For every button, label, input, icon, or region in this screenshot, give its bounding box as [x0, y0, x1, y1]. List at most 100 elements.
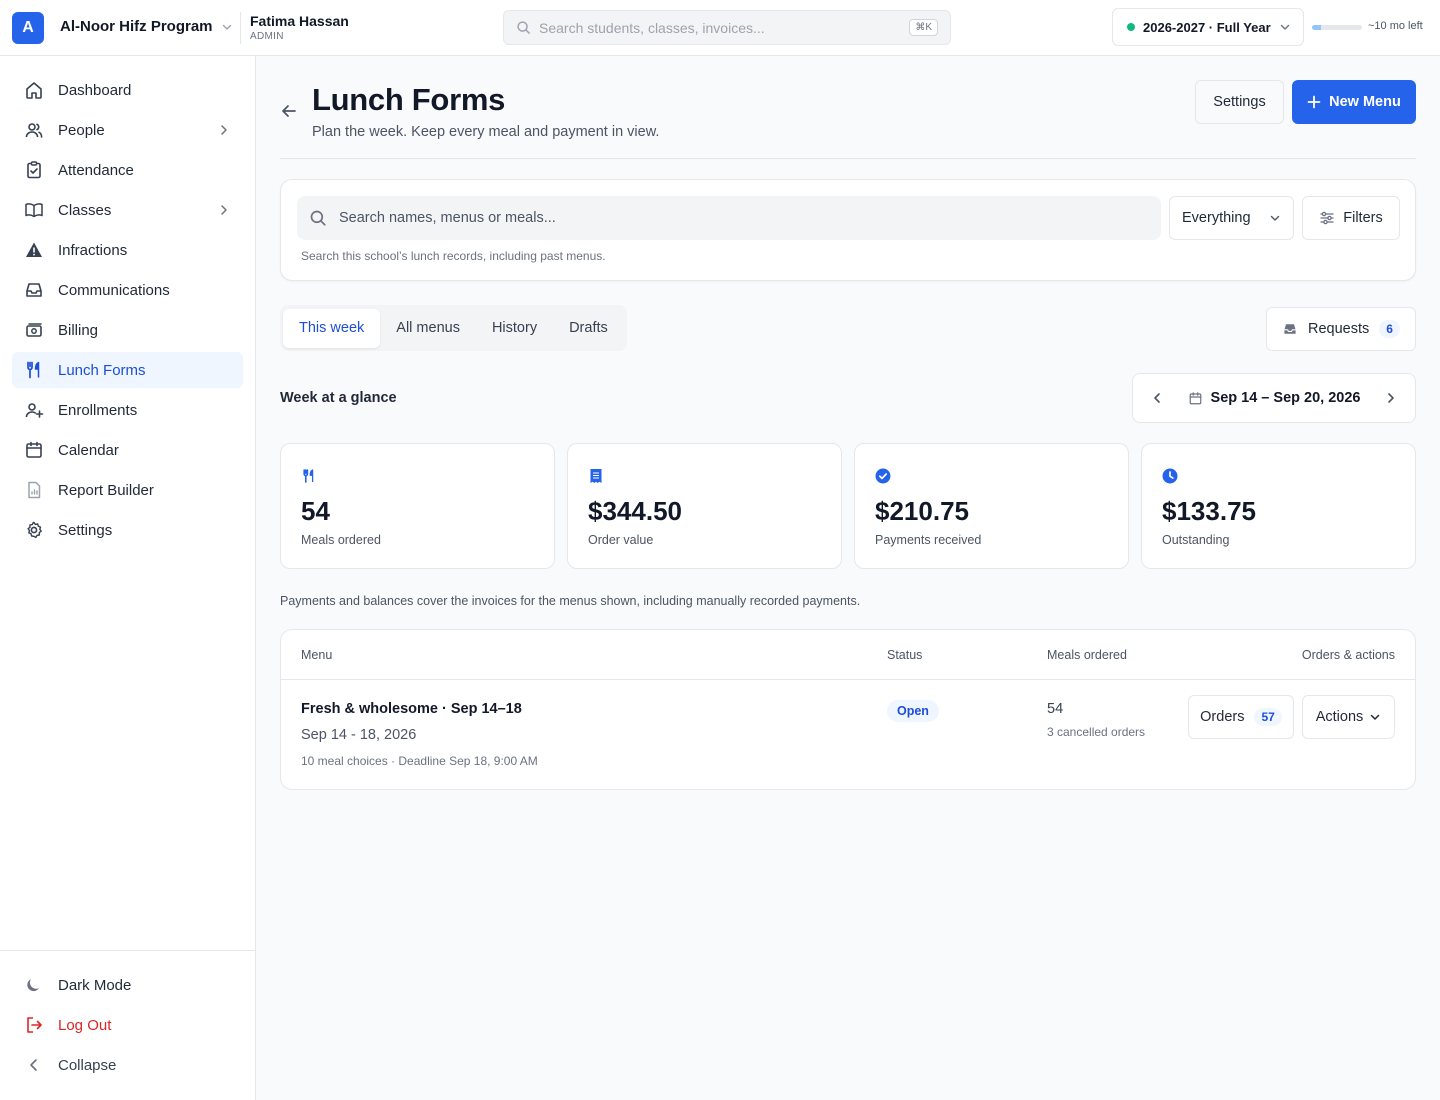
section-title: Week at a glance — [280, 390, 397, 406]
tab-history[interactable]: History — [476, 309, 553, 348]
sidebar-item-label: Communications — [58, 281, 170, 299]
sidebar-item-label: People — [58, 121, 105, 139]
chevron-down-icon — [1369, 711, 1381, 723]
logout-button[interactable]: Log Out — [12, 1007, 243, 1043]
lunch-search[interactable] — [297, 196, 1161, 240]
tab-this-week[interactable]: This week — [283, 308, 381, 348]
sidebar-item-label: Settings — [58, 521, 113, 539]
warning-icon — [24, 240, 44, 260]
calendar-icon — [1188, 391, 1203, 406]
stat-value: $133.75 — [1162, 496, 1256, 526]
year-progress-bar — [1312, 25, 1362, 30]
tab-all-menus[interactable]: All menus — [380, 309, 476, 348]
filters-label: Filters — [1343, 210, 1383, 226]
meals-ordered-count: 54 — [1047, 701, 1064, 717]
clock-icon — [1162, 468, 1178, 484]
sidebar-item-report-builder[interactable]: Report Builder — [12, 472, 243, 508]
logout-label: Log Out — [58, 1016, 112, 1034]
user-name[interactable]: Fatima Hassan — [250, 13, 349, 29]
sidebar-item-infractions[interactable]: Infractions — [12, 232, 243, 268]
search-scope-select[interactable]: Everything — [1169, 196, 1294, 240]
stat-value: $344.50 — [588, 496, 682, 526]
sidebar-item-communications[interactable]: Communications — [12, 272, 243, 308]
sidebar-item-label: Lunch Forms — [58, 361, 146, 379]
previous-week-button[interactable] — [1145, 386, 1169, 410]
new-menu-button[interactable]: New Menu — [1292, 80, 1416, 124]
filters-button[interactable]: Filters — [1302, 196, 1400, 240]
school-year-select[interactable]: 2026-2027 · Full Year — [1112, 8, 1304, 46]
sidebar-footer: Dark Mode Log Out Collapse — [0, 950, 255, 1087]
collapse-button[interactable]: Collapse — [12, 1047, 243, 1083]
global-search-input[interactable] — [539, 19, 902, 36]
org-logo[interactable]: A — [12, 12, 44, 44]
orders-count-badge: 57 — [1254, 708, 1282, 726]
column-header-menu: Menu — [301, 648, 333, 662]
book-icon — [24, 200, 44, 220]
view-tabs: This week All menus History Drafts — [280, 305, 627, 351]
menus-table: Menu Status Meals ordered Orders & actio… — [280, 629, 1416, 790]
sidebar-item-settings[interactable]: Settings — [12, 512, 243, 548]
stat-label: Payments received — [875, 533, 982, 547]
topbar-divider — [240, 12, 241, 44]
user-plus-icon — [24, 400, 44, 420]
stat-card-outstanding: $133.75 Outstanding — [1141, 443, 1416, 569]
chevron-right-icon — [217, 123, 231, 137]
lunch-search-input[interactable] — [339, 210, 1149, 226]
sidebar-item-label: Dashboard — [58, 81, 132, 99]
chevron-right-icon — [217, 203, 231, 217]
org-name: Al-Noor Hifz Program — [60, 18, 213, 35]
next-week-button[interactable] — [1379, 386, 1403, 410]
utensils-icon — [24, 360, 44, 380]
sidebar-item-attendance[interactable]: Attendance — [12, 152, 243, 188]
back-arrow-icon[interactable] — [280, 102, 298, 120]
page-title: Lunch Forms — [312, 82, 506, 117]
user-role: ADMIN — [250, 31, 284, 42]
sidebar-item-dashboard[interactable]: Dashboard — [12, 72, 243, 108]
sidebar-item-calendar[interactable]: Calendar — [12, 432, 243, 468]
actions-menu-button[interactable]: Actions — [1302, 695, 1395, 739]
requests-button[interactable]: Requests 6 — [1266, 307, 1416, 351]
search-card: Everything Filters Search this school’s … — [280, 179, 1416, 281]
header-divider — [280, 158, 1416, 159]
sidebar-item-label: Report Builder — [58, 481, 154, 499]
sidebar-item-label: Enrollments — [58, 401, 138, 419]
sidebar-item-people[interactable]: People — [12, 112, 243, 148]
stat-card-meals-ordered: 54 Meals ordered — [280, 443, 555, 569]
page-subtitle: Plan the week. Keep every meal and payme… — [312, 124, 660, 140]
requests-count-badge: 6 — [1379, 320, 1400, 338]
sidebar-item-enrollments[interactable]: Enrollments — [12, 392, 243, 428]
calendar-icon — [24, 440, 44, 460]
dark-mode-toggle[interactable]: Dark Mode — [12, 967, 243, 1003]
sidebar-item-label: Infractions — [58, 241, 128, 259]
sidebar-item-billing[interactable]: Billing — [12, 312, 243, 348]
chevron-down-icon — [1269, 212, 1281, 224]
inbox-icon — [1282, 321, 1298, 337]
column-header-actions: Orders & actions — [1301, 648, 1395, 662]
sidebar-nav: Dashboard People Attendance Classes Infr… — [12, 72, 243, 552]
orders-button[interactable]: Orders 57 — [1188, 695, 1294, 739]
stat-value: $210.75 — [875, 496, 969, 526]
stat-label: Meals ordered — [301, 533, 381, 547]
tab-drafts[interactable]: Drafts — [553, 309, 624, 348]
orders-label: Orders — [1200, 709, 1245, 725]
stat-card-payments-received: $210.75 Payments received — [854, 443, 1129, 569]
collapse-label: Collapse — [58, 1056, 117, 1074]
sidebar-item-lunch-forms[interactable]: Lunch Forms — [12, 352, 243, 388]
settings-button[interactable]: Settings — [1195, 80, 1284, 124]
week-range-picker[interactable]: Sep 14 – Sep 20, 2026 — [1169, 390, 1379, 406]
menu-name[interactable]: Fresh & wholesome · Sep 14–18 — [301, 701, 522, 717]
home-icon — [24, 80, 44, 100]
search-icon — [516, 20, 531, 35]
report-icon — [24, 480, 44, 500]
school-year-label: 2026-2027 · Full Year — [1143, 19, 1271, 35]
week-navigator: Sep 14 – Sep 20, 2026 — [1132, 373, 1416, 423]
moon-icon — [24, 975, 44, 995]
status-badge: Open — [887, 700, 939, 722]
chevron-down-icon — [221, 21, 233, 33]
requests-label: Requests — [1308, 321, 1370, 337]
org-switcher[interactable]: Al-Noor Hifz Program — [60, 18, 233, 35]
global-search[interactable]: ⌘K — [503, 10, 951, 45]
stat-label: Order value — [588, 533, 654, 547]
sidebar-item-classes[interactable]: Classes — [12, 192, 243, 228]
week-range-label: Sep 14 – Sep 20, 2026 — [1210, 390, 1361, 406]
